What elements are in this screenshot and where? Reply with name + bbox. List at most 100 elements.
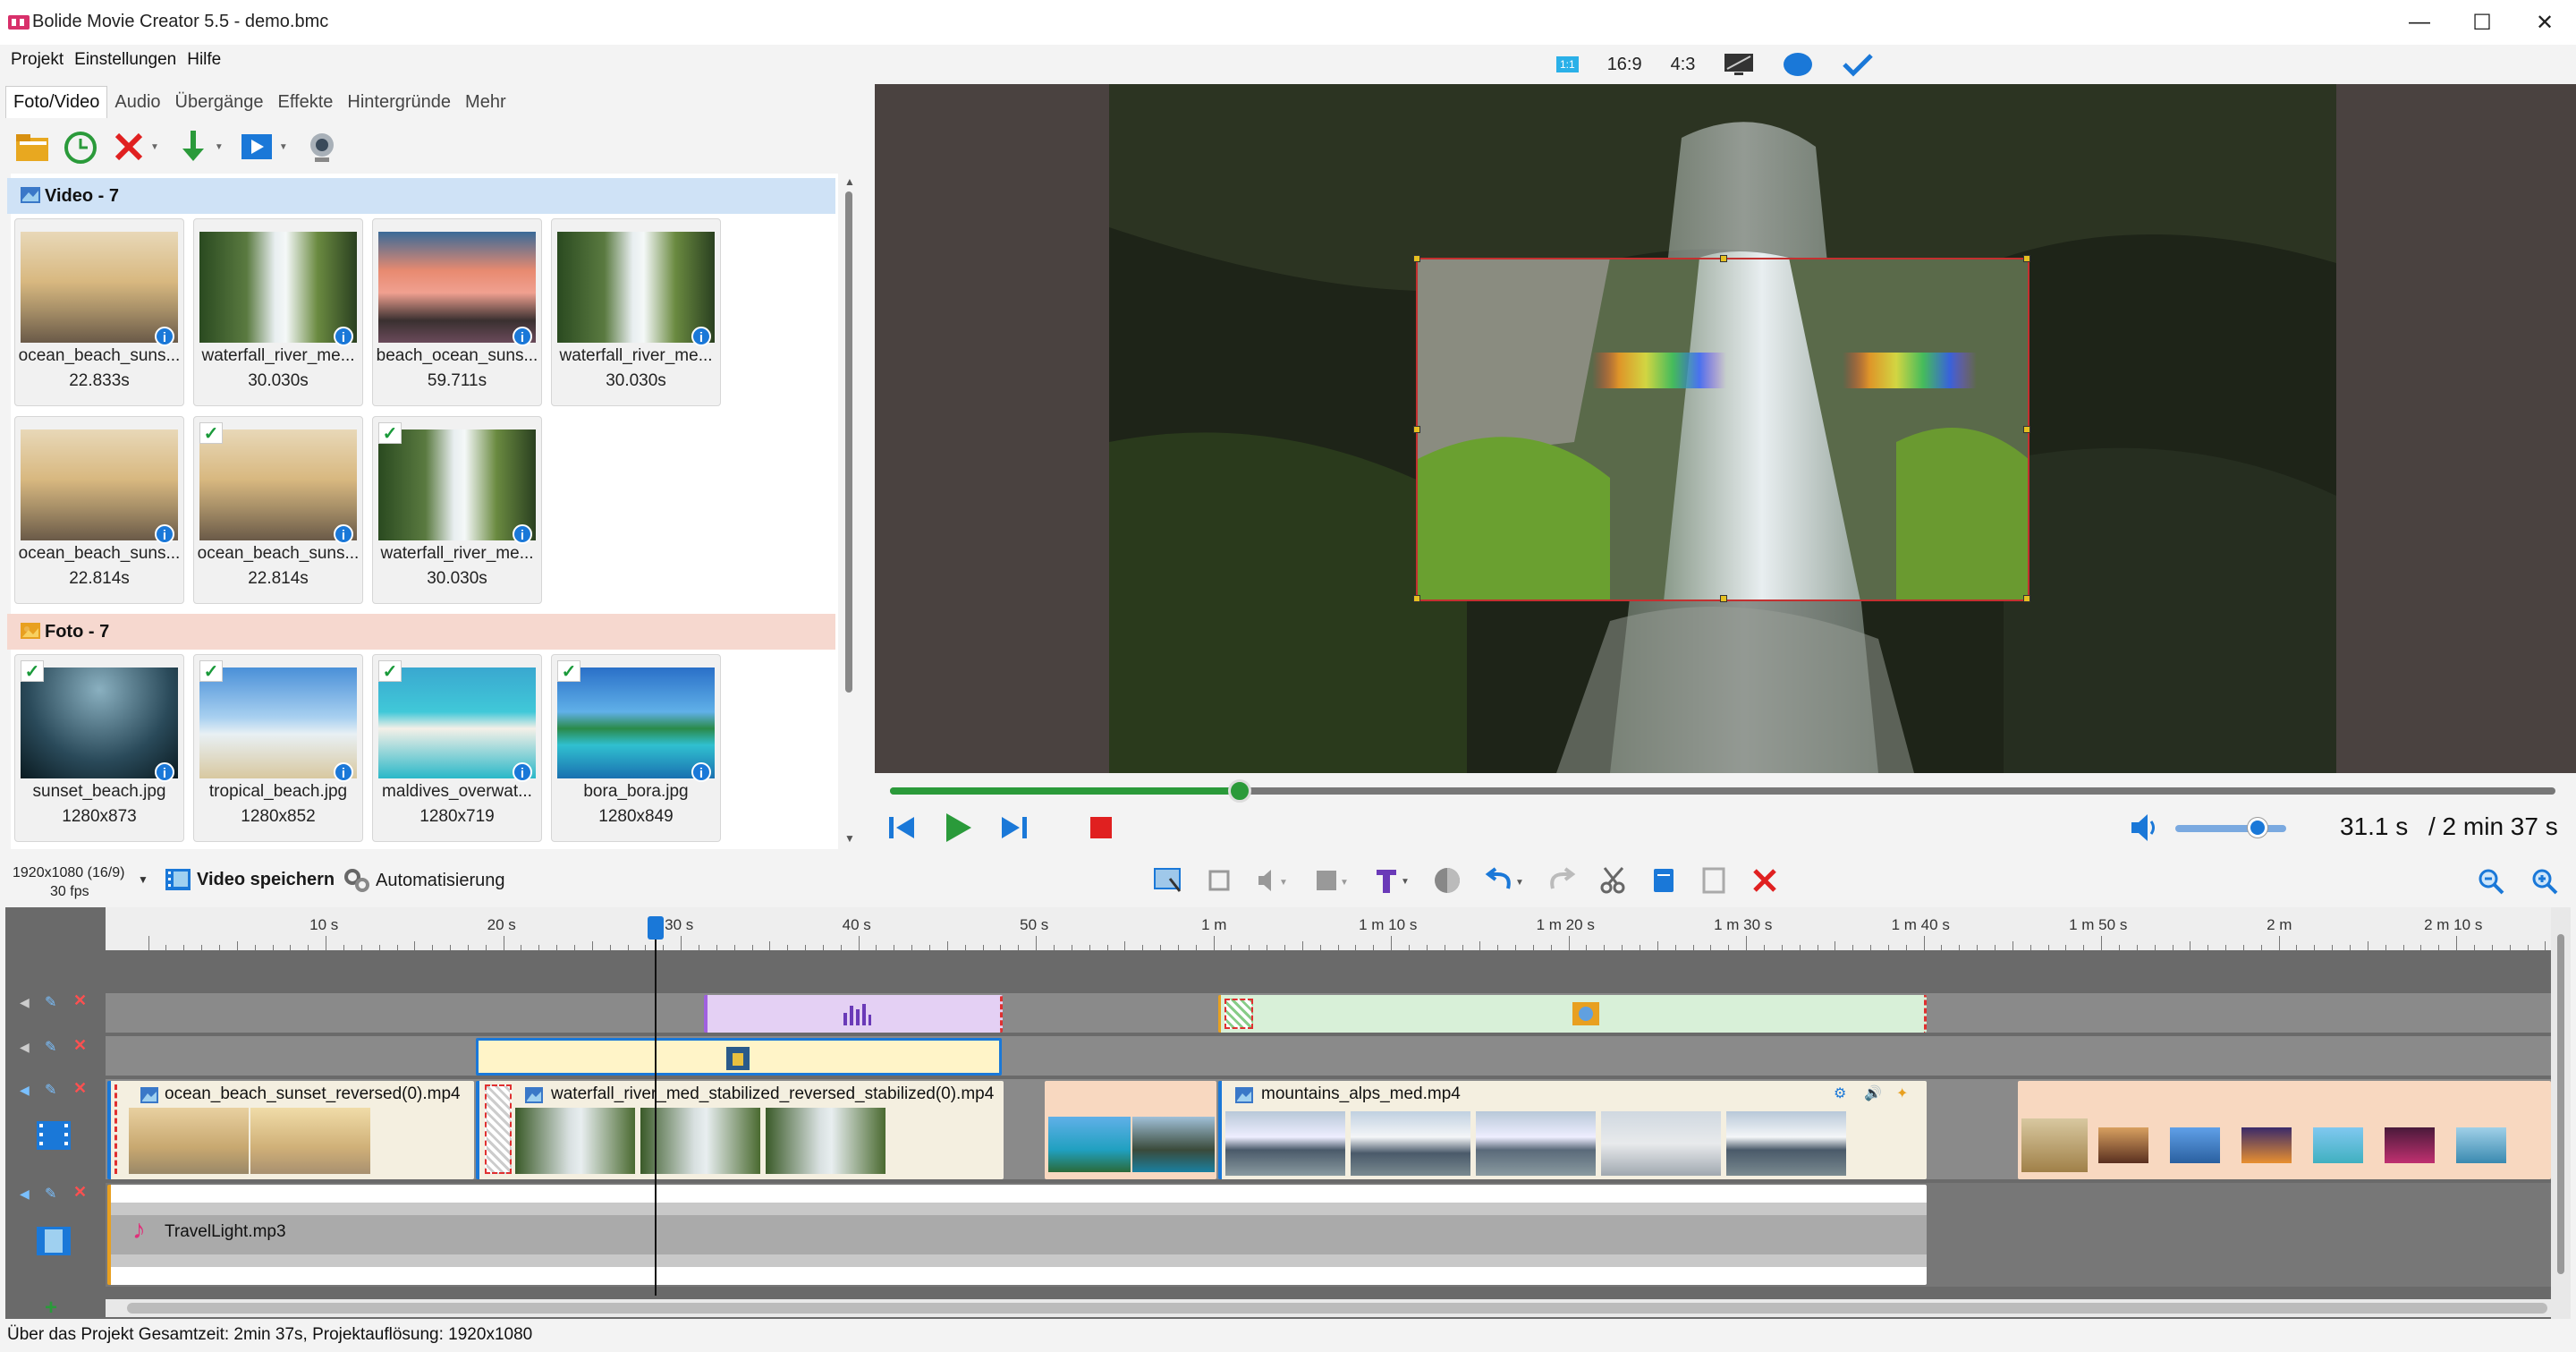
media-thumbnail[interactable]: i ocean_beach_suns... 22.833s (14, 218, 184, 406)
media-thumbnail[interactable]: ✓ i sunset_beach.jpg 1280x873 (14, 654, 184, 842)
resize-frame-icon[interactable] (1152, 866, 1182, 899)
text-tool-icon[interactable]: ▼ (1374, 866, 1410, 899)
checked-icon[interactable]: ✓ (378, 660, 402, 682)
redo-icon[interactable] (1547, 866, 1576, 898)
resolution-label[interactable]: 1920x1080 (16/9) (13, 864, 124, 882)
effect-clip-equalizer[interactable] (704, 995, 1003, 1033)
info-icon[interactable]: i (155, 524, 174, 544)
checked-icon[interactable]: ✓ (199, 660, 223, 682)
library-scrollbar-thumb[interactable] (845, 191, 852, 693)
undo-icon[interactable]: ▼ (1485, 866, 1524, 898)
video-group-header[interactable]: Video - 7 (7, 178, 835, 214)
track-delete-icon[interactable]: ✕ (73, 1183, 87, 1202)
info-icon[interactable]: i (513, 524, 532, 544)
circle-mask-icon[interactable] (1783, 52, 1813, 77)
color-filter-icon[interactable] (1433, 866, 1462, 899)
media-thumbnail[interactable]: i waterfall_river_me... 30.030s (193, 218, 363, 406)
crop-icon[interactable] (1206, 867, 1233, 898)
transition-icon[interactable]: ▼ (1315, 867, 1351, 898)
checked-icon[interactable]: ✓ (557, 660, 580, 682)
transition-marker[interactable] (1224, 999, 1253, 1029)
track-edit-icon[interactable]: ✎ (45, 1038, 56, 1056)
checked-icon[interactable]: ✓ (199, 422, 223, 444)
resize-handle[interactable] (2023, 255, 2030, 262)
ratio-1-1-button[interactable]: 1:1 (1556, 56, 1579, 72)
volume-slider-track[interactable] (2175, 825, 2286, 832)
track-edit-icon[interactable]: ✎ (45, 1185, 56, 1203)
add-to-timeline-icon[interactable] (174, 127, 213, 166)
info-icon[interactable]: i (334, 524, 353, 544)
tab-mehr[interactable]: Mehr (458, 87, 513, 118)
tab-effekte[interactable]: Effekte (271, 87, 341, 118)
info-icon[interactable]: i (513, 327, 532, 346)
scroll-up-arrow-icon[interactable]: ▲ (844, 175, 855, 188)
mute-clip-icon[interactable]: ▼ (1256, 867, 1292, 898)
webcam-icon[interactable] (302, 127, 342, 166)
timeline-vscroll-thumb[interactable] (2557, 934, 2564, 1274)
open-folder-icon[interactable] (13, 127, 52, 166)
checked-icon[interactable]: ✓ (21, 660, 44, 682)
track-edit-icon[interactable]: ✎ (45, 993, 56, 1011)
next-frame-icon[interactable] (998, 814, 1029, 846)
play-icon[interactable] (943, 812, 973, 848)
resize-handle[interactable] (2023, 595, 2030, 602)
resize-handle[interactable] (1413, 255, 1420, 262)
remove-clip-icon[interactable] (1751, 867, 1778, 898)
play-slideshow-icon[interactable] (238, 127, 277, 166)
resize-handle[interactable] (1413, 426, 1420, 433)
media-thumbnail[interactable]: ✓ i maldives_overwat... 1280x719 (372, 654, 542, 842)
resolution-dropdown-icon[interactable]: ▼ (138, 873, 148, 886)
info-icon[interactable]: i (691, 762, 711, 782)
resize-handle[interactable] (1413, 595, 1420, 602)
clip-settings-icon[interactable]: ⚙ (1834, 1084, 1846, 1102)
info-icon[interactable]: i (691, 327, 711, 346)
timeline-ruler[interactable]: 10 s 20 s 30 s 40 s 50 s 1 m 1 m 10 s 1 m 20 s 1… (106, 907, 2551, 950)
timeline-scrollbar-thumb[interactable] (127, 1303, 2547, 1314)
zoom-out-icon[interactable] (2478, 868, 2504, 899)
media-thumbnail[interactable]: ✓ i tropical_beach.jpg 1280x852 (193, 654, 363, 842)
media-thumbnail[interactable]: i waterfall_river_me... 30.030s (551, 218, 721, 406)
automation-button[interactable]: Automatisierung (343, 868, 505, 893)
track-mute-icon[interactable]: ◀ (20, 995, 30, 1010)
ratio-4-3-button[interactable]: 4:3 (1671, 55, 1696, 75)
video-clip-ocean-beach[interactable]: ocean_beach_sunset_reversed(0).mp4 (107, 1081, 474, 1179)
video-clip-island[interactable] (1045, 1081, 1216, 1179)
transition-marker[interactable] (485, 1084, 512, 1174)
track-delete-icon[interactable]: ✕ (73, 991, 87, 1010)
video-clip-mountains[interactable]: mountains_alps_med.mp4 ⚙ 🔊 ✦ (1218, 1081, 1927, 1179)
cut-icon[interactable] (1599, 866, 1628, 899)
media-thumbnail[interactable]: ✓ i bora_bora.jpg 1280x849 (551, 654, 721, 842)
delete-dropdown-icon[interactable]: ▼ (150, 142, 159, 152)
slideshow-dropdown-icon[interactable]: ▼ (279, 142, 288, 152)
info-icon[interactable]: i (155, 327, 174, 346)
scroll-down-arrow-icon[interactable]: ▼ (844, 832, 855, 845)
overlay-clip[interactable] (476, 1038, 1002, 1076)
resize-handle[interactable] (2023, 426, 2030, 433)
info-icon[interactable]: i (334, 762, 353, 782)
timeline-vertical-scrollbar[interactable] (2551, 907, 2571, 1319)
stop-icon[interactable] (1089, 816, 1113, 844)
tab-hintergruende[interactable]: Hintergründe (340, 87, 458, 118)
media-thumbnail[interactable]: ✓ i waterfall_river_me... 30.030s (372, 416, 542, 604)
checked-icon[interactable]: ✓ (378, 422, 402, 444)
video-clip-waterfall[interactable]: waterfall_river_med_stabilized_reversed_… (476, 1081, 1004, 1179)
media-thumbnail[interactable]: ✓ i ocean_beach_suns... 22.814s (193, 416, 363, 604)
ratio-16-9-button[interactable]: 16:9 (1607, 55, 1642, 75)
volume-icon[interactable] (2129, 812, 2161, 847)
recent-clock-icon[interactable] (61, 127, 100, 166)
video-clip-photo-slideshow[interactable] (2018, 1081, 2551, 1179)
delete-icon[interactable] (109, 127, 148, 166)
media-thumbnail[interactable]: i ocean_beach_suns... 22.814s (14, 416, 184, 604)
checkmark-icon[interactable] (1842, 52, 1874, 77)
track-edit-icon[interactable]: ✎ (45, 1081, 56, 1099)
crop-selection-box[interactable] (1413, 255, 2030, 602)
info-icon[interactable]: i (155, 762, 174, 782)
zoom-in-icon[interactable] (2531, 868, 2558, 899)
tab-foto-video[interactable]: Foto/Video (5, 86, 108, 118)
photo-group-header[interactable]: Foto - 7 (7, 614, 835, 650)
save-video-button[interactable]: Video speichern (165, 868, 335, 891)
info-icon[interactable]: i (513, 762, 532, 782)
menu-einstellungen[interactable]: Einstellungen (69, 45, 182, 75)
clip-audio-icon[interactable]: 🔊 (1864, 1084, 1882, 1102)
monitor-icon[interactable] (1724, 53, 1754, 76)
